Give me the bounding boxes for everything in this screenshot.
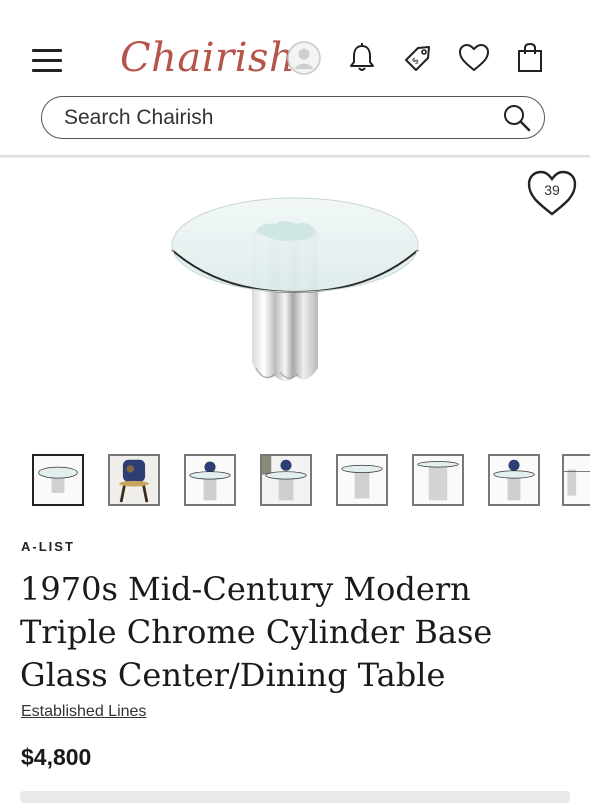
menu-icon[interactable] [32, 47, 62, 73]
shopping-bag-icon[interactable] [512, 40, 548, 76]
thumbnail-strip [0, 452, 590, 510]
thumbnail-8[interactable] [562, 454, 590, 506]
thumbnail-6[interactable] [412, 454, 464, 506]
product-title: 1970s Mid-Century Modern Triple Chrome C… [20, 570, 493, 694]
favorites-count: 39 [544, 182, 560, 198]
price-tag-icon[interactable]: $ [400, 40, 436, 76]
thumbnail-7[interactable] [488, 454, 540, 506]
add-to-cart-bar[interactable] [20, 791, 570, 803]
search-bar [41, 96, 545, 139]
header-divider [0, 155, 590, 158]
thumbnail-3[interactable] [184, 454, 236, 506]
search-icon[interactable] [502, 103, 532, 133]
product-price: $4,800 [21, 744, 92, 770]
bell-icon[interactable] [344, 40, 380, 76]
account-icon[interactable] [286, 40, 322, 76]
a-list-badge: A-LIST [21, 539, 75, 554]
chairish-logo[interactable]: Chairish [120, 30, 295, 86]
site-header: Chairish $ [0, 0, 590, 158]
thumbnail-4[interactable] [260, 454, 312, 506]
thumbnail-5[interactable] [336, 454, 388, 506]
thumbnail-2[interactable] [108, 454, 160, 506]
thumbnail-1[interactable] [32, 454, 84, 506]
product-image[interactable] [160, 190, 430, 390]
heart-icon[interactable] [456, 40, 492, 76]
seller-link[interactable]: Established Lines [21, 703, 146, 721]
search-input[interactable] [62, 97, 486, 139]
favorite-button[interactable]: 39 [526, 168, 578, 218]
